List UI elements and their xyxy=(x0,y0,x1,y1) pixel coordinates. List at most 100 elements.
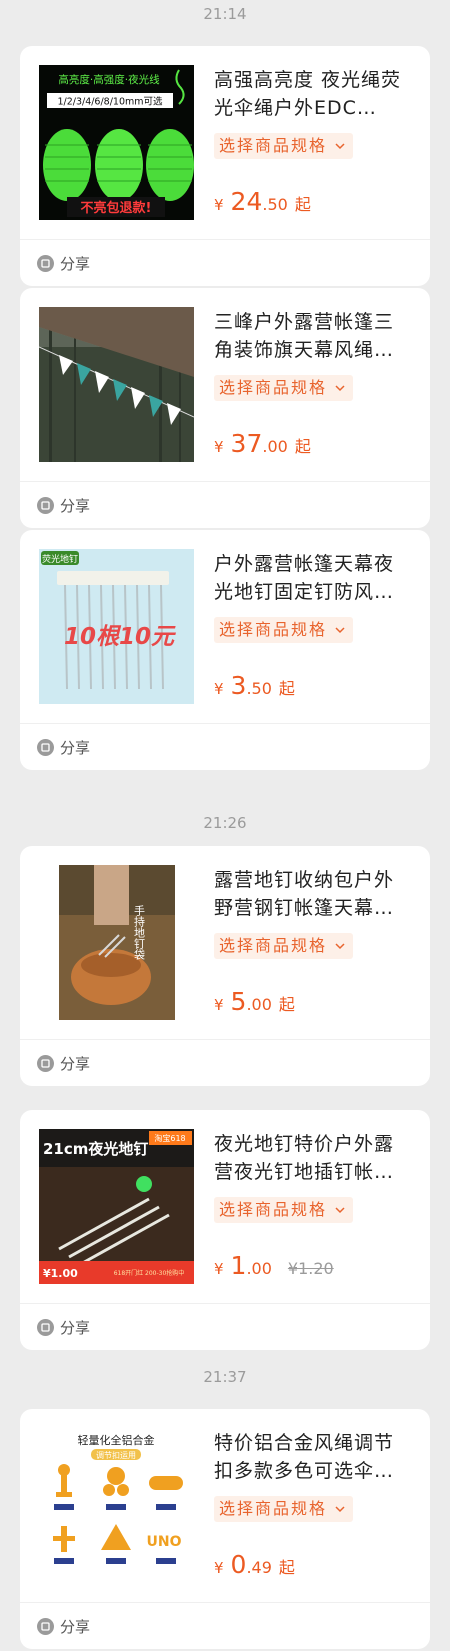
price-suffix: 起 xyxy=(278,995,295,1014)
timestamp: 21:26 xyxy=(203,814,247,832)
chevron-down-icon xyxy=(335,385,345,392)
share-button[interactable]: 分享 xyxy=(20,1303,430,1350)
product-card-body[interactable]: 荧光地钉 10根10元 户外露营帐篷天幕夜光地钉固定钉防风… 选择商品规格 ¥ … xyxy=(20,530,430,723)
price: ¥ 0 .49 起 xyxy=(214,1550,295,1584)
product-card: 21cm夜光地钉 淘宝618 ¥1.00 618开门红 200-30抢购中 夜光… xyxy=(20,1110,430,1350)
price-suffix: 起 xyxy=(278,1558,295,1577)
price: ¥ 1 .00 ¥1.20 xyxy=(214,1251,334,1285)
price-decimal: .50 xyxy=(262,195,288,214)
product-title[interactable]: 高强高亮度 夜光绳荧光伞绳户外EDC… xyxy=(214,66,410,122)
share-button[interactable]: 分享 xyxy=(20,1039,430,1086)
chevron-down-icon xyxy=(335,143,345,150)
price-suffix: 起 xyxy=(278,679,295,698)
product-title[interactable]: 户外露营帐篷天幕夜光地钉固定钉防风… xyxy=(214,550,410,606)
product-card-body[interactable]: 手持地钉袋 露营地钉收纳包户外野营钢钉帐篷天幕… 选择商品规格 ¥ 5 .00 … xyxy=(20,846,430,1039)
product-thumbnail[interactable]: 荧光地钉 10根10元 xyxy=(39,549,194,704)
select-spec-label: 选择商品规格 xyxy=(219,378,328,397)
currency-symbol: ¥ xyxy=(214,996,224,1014)
chevron-down-icon xyxy=(335,943,345,950)
share-button[interactable]: 分享 xyxy=(20,1602,430,1649)
thumb-text: 高亮度·高强度·夜光线 xyxy=(58,73,160,86)
price-integer: 1 xyxy=(230,1251,247,1280)
share-label: 分享 xyxy=(60,255,91,273)
thumb-text: 不亮包退款! xyxy=(81,200,152,216)
product-title[interactable]: 露营地钉收纳包户外野营钢钉帐篷天幕… xyxy=(214,866,410,922)
glow-rope-image: 高亮度·高强度·夜光线 1/2/3/4/6/8/10mm可选 不亮包退款! xyxy=(39,65,194,220)
price-integer: 5 xyxy=(230,987,247,1016)
share-button[interactable]: 分享 xyxy=(20,481,430,528)
product-card: 荧光地钉 10根10元 户外露营帐篷天幕夜光地钉固定钉防风… 选择商品规格 ¥ … xyxy=(20,530,430,770)
price-decimal: .00 xyxy=(246,995,272,1014)
select-spec-label: 选择商品规格 xyxy=(219,1499,328,1518)
currency-symbol: ¥ xyxy=(214,1559,224,1577)
timestamp: 21:14 xyxy=(203,5,247,23)
share-icon xyxy=(37,497,54,514)
product-title[interactable]: 夜光地钉特价户外露营夜光钉地插钉帐… xyxy=(214,1130,410,1186)
price-integer: 24 xyxy=(230,187,263,216)
price: ¥ 24 .50 起 xyxy=(214,187,311,221)
product-card: 轻量化全铝合金 调节扣运用 UNO 特价铝合金风绳调节扣多款多色可选伞… 选择商… xyxy=(20,1409,430,1649)
thumb-text: 10根10元 xyxy=(64,624,176,650)
product-card-body[interactable]: 高亮度·高强度·夜光线 1/2/3/4/6/8/10mm可选 不亮包退款! 高强… xyxy=(20,46,430,239)
select-spec-button[interactable]: 选择商品规格 xyxy=(214,617,354,643)
select-spec-label: 选择商品规格 xyxy=(219,136,328,155)
share-icon xyxy=(37,1055,54,1072)
glow-stakes-promo-image: 21cm夜光地钉 淘宝618 ¥1.00 618开门红 200-30抢购中 xyxy=(39,1129,194,1284)
currency-symbol: ¥ xyxy=(214,680,224,698)
thumb-text: 调节扣运用 xyxy=(96,1450,136,1460)
select-spec-button[interactable]: 选择商品规格 xyxy=(214,133,354,159)
currency-symbol: ¥ xyxy=(214,438,224,456)
svg-text:UNO: UNO xyxy=(147,1534,182,1550)
product-thumbnail[interactable]: 21cm夜光地钉 淘宝618 ¥1.00 618开门红 200-30抢购中 xyxy=(39,1129,194,1284)
share-button[interactable]: 分享 xyxy=(20,723,430,770)
product-card-body[interactable]: 轻量化全铝合金 调节扣运用 UNO 特价铝合金风绳调节扣多款多色可选伞… 选择商… xyxy=(20,1409,430,1602)
thumb-text: 淘宝618 xyxy=(154,1133,185,1143)
currency-symbol: ¥ xyxy=(214,196,224,214)
thumb-text: 1/2/3/4/6/8/10mm可选 xyxy=(57,96,163,108)
select-spec-button[interactable]: 选择商品规格 xyxy=(214,933,354,959)
price-suffix: 起 xyxy=(294,437,311,456)
product-card-body[interactable]: 21cm夜光地钉 淘宝618 ¥1.00 618开门红 200-30抢购中 夜光… xyxy=(20,1110,430,1303)
product-thumbnail[interactable]: 高亮度·高强度·夜光线 1/2/3/4/6/8/10mm可选 不亮包退款! xyxy=(39,65,194,220)
share-icon xyxy=(37,1319,54,1336)
price-integer: 37 xyxy=(230,429,263,458)
thumb-text: ¥1.00 xyxy=(43,1267,78,1280)
price-decimal: .50 xyxy=(246,679,272,698)
price: ¥ 3 .50 起 xyxy=(214,671,295,705)
product-title[interactable]: 三峰户外露营帐篷三角装饰旗天幕风绳… xyxy=(214,308,410,364)
thumb-text: 21cm夜光地钉 xyxy=(43,1140,148,1158)
price-decimal: .49 xyxy=(246,1558,272,1577)
price-integer: 3 xyxy=(230,671,247,700)
price: ¥ 37 .00 起 xyxy=(214,429,311,463)
currency-symbol: ¥ xyxy=(214,1260,224,1278)
chevron-down-icon xyxy=(335,1506,345,1513)
price-decimal: .00 xyxy=(246,1259,272,1278)
select-spec-button[interactable]: 选择商品规格 xyxy=(214,1197,354,1223)
share-label: 分享 xyxy=(60,1055,91,1073)
select-spec-button[interactable]: 选择商品规格 xyxy=(214,375,354,401)
price-integer: 0 xyxy=(230,1550,247,1579)
share-icon xyxy=(37,255,54,272)
product-card: 三峰户外露营帐篷三角装饰旗天幕风绳… 选择商品规格 ¥ 37 .00 起 分享 xyxy=(20,288,430,528)
chevron-down-icon xyxy=(335,1207,345,1214)
product-title[interactable]: 特价铝合金风绳调节扣多款多色可选伞… xyxy=(214,1429,410,1485)
share-label: 分享 xyxy=(60,497,91,515)
share-label: 分享 xyxy=(60,1319,91,1337)
product-card: 手持地钉袋 露营地钉收纳包户外野营钢钉帐篷天幕… 选择商品规格 ¥ 5 .00 … xyxy=(20,846,430,1086)
timestamp: 21:37 xyxy=(203,1368,247,1386)
product-card-body[interactable]: 三峰户外露营帐篷三角装饰旗天幕风绳… 选择商品规格 ¥ 37 .00 起 xyxy=(20,288,430,481)
thumb-text: 轻量化全铝合金 xyxy=(78,1433,155,1447)
select-spec-label: 选择商品规格 xyxy=(219,936,328,955)
share-button[interactable]: 分享 xyxy=(20,239,430,286)
product-thumbnail[interactable]: 手持地钉袋 xyxy=(39,865,194,1020)
share-label: 分享 xyxy=(60,1618,91,1636)
select-spec-button[interactable]: 选择商品规格 xyxy=(214,1496,354,1522)
select-spec-label: 选择商品规格 xyxy=(219,620,328,639)
glow-stakes-image: 荧光地钉 10根10元 xyxy=(39,549,194,704)
share-label: 分享 xyxy=(60,739,91,757)
product-thumbnail[interactable] xyxy=(39,307,194,462)
product-thumbnail[interactable]: 轻量化全铝合金 调节扣运用 UNO xyxy=(39,1428,194,1583)
price-decimal: .00 xyxy=(262,437,288,456)
thumb-text: 618开门红 200-30抢购中 xyxy=(114,1269,185,1277)
share-icon xyxy=(37,739,54,756)
